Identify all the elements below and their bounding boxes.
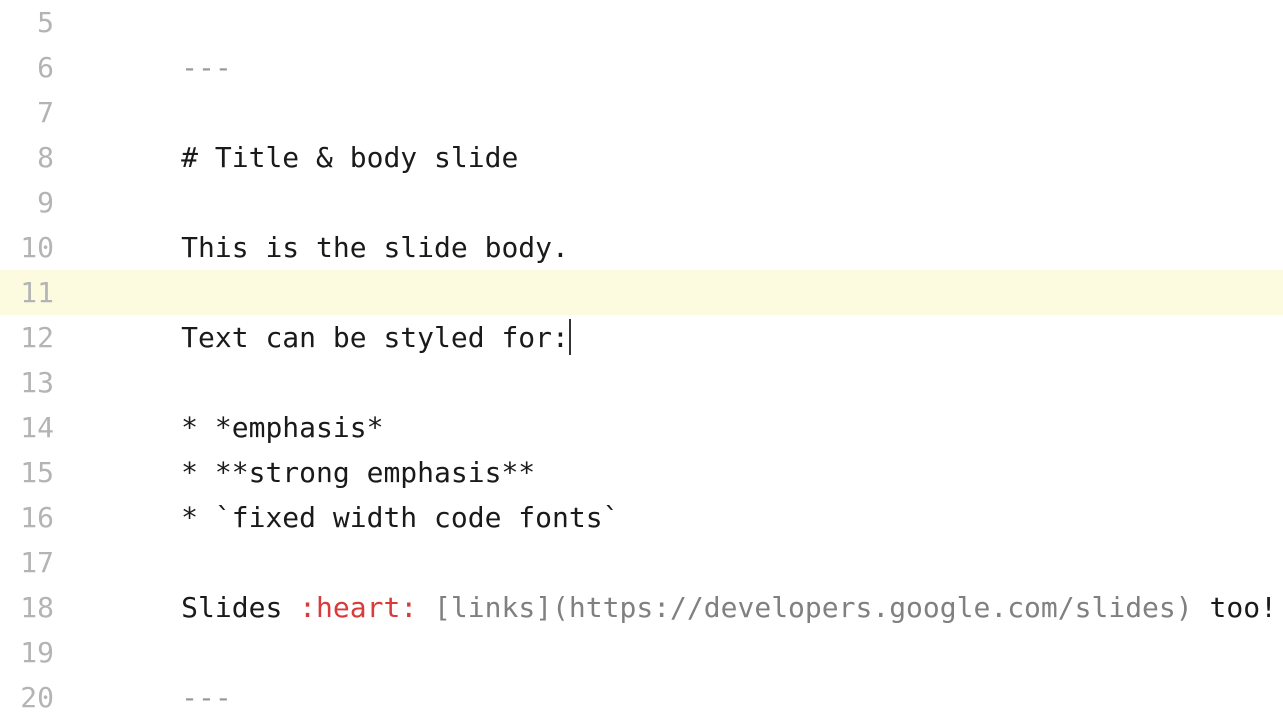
line-number: 18 (0, 585, 70, 630)
line-number: 15 (0, 450, 70, 495)
text: Text can be styled for: (181, 321, 569, 354)
text: This is the slide body. (181, 231, 569, 264)
line-number: 5 (0, 0, 70, 45)
editor-line[interactable]: 14 * **strong emphasis** (0, 405, 1283, 450)
editor-line[interactable]: 7 # Title & body slide (0, 90, 1283, 135)
line-number: 9 (0, 180, 70, 225)
line-number: 11 (0, 270, 70, 315)
editor-line[interactable]: 9 This is the slide body. (0, 180, 1283, 225)
line-number: 6 (0, 45, 70, 90)
line-number: 17 (0, 540, 70, 585)
emoji-code: :heart: (299, 591, 417, 624)
text: too! (1193, 591, 1277, 624)
editor-line[interactable]: 19 --- (0, 630, 1283, 675)
link-definition: [links](https://developers.google.com/sl… (434, 591, 1193, 624)
line-number: 13 (0, 360, 70, 405)
line-content[interactable]: --- (70, 630, 1283, 721)
text (417, 591, 434, 624)
line-number: 7 (0, 90, 70, 135)
text: Slides (181, 591, 299, 624)
line-number: 8 (0, 135, 70, 180)
heading-text: # Title & body slide (181, 141, 518, 174)
editor-line[interactable]: 15 * `fixed width code fonts` (0, 450, 1283, 495)
code-editor[interactable]: 5 --- 6 7 # Title & body slide 8 9 This … (0, 0, 1283, 721)
editor-line[interactable]: 17 Slides :heart: [links](https://develo… (0, 540, 1283, 585)
list-item-text: * `fixed width code fonts` (181, 501, 619, 534)
hr-marker: --- (181, 51, 232, 84)
line-number: 14 (0, 405, 70, 450)
editor-line[interactable]: 5 --- (0, 0, 1283, 45)
editor-line[interactable]: 13 * *emphasis* (0, 360, 1283, 405)
line-number: 16 (0, 495, 70, 540)
line-number: 19 (0, 630, 70, 675)
line-number: 10 (0, 225, 70, 270)
line-number: 12 (0, 315, 70, 360)
line-number: 20 (0, 675, 70, 720)
hr-marker: --- (181, 681, 232, 714)
editor-line-active[interactable]: 11 Text can be styled for: (0, 270, 1283, 315)
